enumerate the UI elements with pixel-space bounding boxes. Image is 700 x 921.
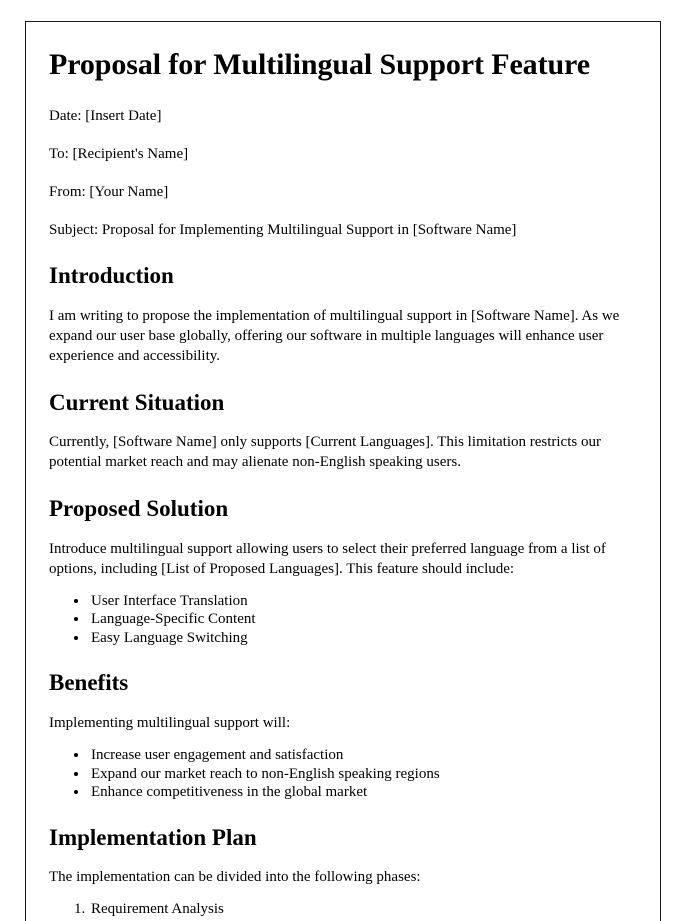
list-item: Increase user engagement and satisfactio… bbox=[89, 746, 630, 765]
paragraph-current-situation: Currently, [Software Name] only supports… bbox=[49, 434, 601, 471]
document-page: Proposal for Multilingual Support Featur… bbox=[25, 21, 661, 921]
list-implementation-steps: Requirement Analysis bbox=[49, 900, 630, 919]
meta-line-to: To: [Recipient's Name] bbox=[49, 145, 189, 162]
heading-introduction: Introduction bbox=[49, 263, 174, 289]
list-item: Expand our market reach to non-English s… bbox=[89, 765, 630, 784]
list-item: User Interface Translation bbox=[89, 592, 630, 611]
list-item: Requirement Analysis bbox=[89, 900, 630, 919]
list-benefits: Increase user engagement and satisfactio… bbox=[49, 746, 630, 802]
list-item: Enhance competitiveness in the global ma… bbox=[89, 783, 630, 802]
heading-proposed-solution: Proposed Solution bbox=[49, 496, 229, 522]
paragraph-introduction: I am writing to propose the implementati… bbox=[49, 307, 620, 364]
meta-line-from: From: [Your Name] bbox=[49, 183, 169, 200]
heading-implementation-plan: Implementation Plan bbox=[49, 824, 257, 850]
document-body: Proposal for Multilingual Support Featur… bbox=[26, 22, 660, 919]
list-item: Language-Specific Content bbox=[89, 610, 630, 629]
heading-benefits: Benefits bbox=[49, 670, 129, 696]
heading-current-situation: Current Situation bbox=[49, 389, 225, 415]
paragraph-implementation-plan: The implementation can be divided into t… bbox=[49, 869, 421, 886]
meta-line-subject: Subject: Proposal for Implementing Multi… bbox=[49, 222, 517, 239]
list-proposed-solution: User Interface Translation Language-Spec… bbox=[49, 592, 630, 648]
meta-line-date: Date: [Insert Date] bbox=[49, 107, 162, 124]
paragraph-proposed-solution: Introduce multilingual support allowing … bbox=[49, 540, 606, 577]
paragraph-benefits: Implementing multilingual support will: bbox=[49, 714, 291, 731]
page-title: Proposal for Multilingual Support Featur… bbox=[49, 48, 590, 81]
list-item: Easy Language Switching bbox=[89, 629, 630, 648]
